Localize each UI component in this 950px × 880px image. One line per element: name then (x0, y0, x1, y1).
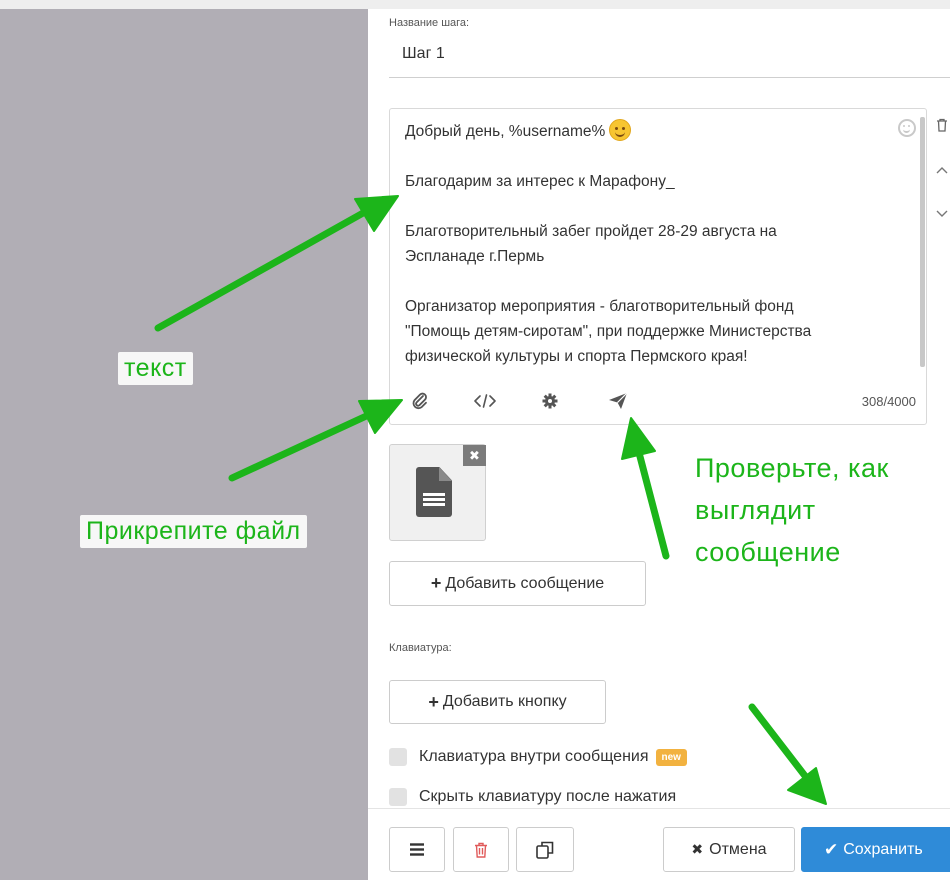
message-line: "Помощь детям-сиротам", при поддержке Ми… (405, 323, 812, 340)
message-line: Эспланаде г.Пермь (405, 248, 545, 265)
message-line (405, 269, 905, 294)
copy-icon (536, 841, 554, 859)
editor-toolbar: 308/4000 (390, 379, 926, 424)
message-text[interactable]: Добрый день, %username% Благодарим за ин… (405, 119, 905, 369)
editor-scrollbar[interactable] (920, 117, 925, 367)
message-side-controls (936, 118, 950, 250)
plus-icon: + (428, 691, 439, 712)
save-button[interactable]: ✔ Сохранить (801, 827, 950, 872)
remove-file-icon[interactable]: ✖ (463, 445, 486, 466)
message-line (405, 194, 905, 219)
keyboard-inside-message-option[interactable]: Клавиатура внутри сообщения new (389, 748, 687, 766)
emoji-picker-icon[interactable] (898, 119, 916, 137)
trash-icon[interactable] (936, 118, 950, 142)
checkbox[interactable] (389, 748, 407, 766)
annotation-preview-line3: сообщение (695, 537, 841, 567)
paperclip-icon[interactable] (408, 389, 432, 413)
message-line: Благодарим за интерес к Марафону_ (405, 173, 675, 190)
annotation-text-label: текст (118, 352, 193, 385)
hide-keyboard-option[interactable]: Скрыть клавиатуру после нажатия (389, 788, 676, 808)
step-name-input[interactable]: Шаг 1 (389, 36, 950, 78)
screen: Название шага: Шаг 1 Добрый день, %usern… (0, 0, 950, 880)
file-lines (423, 493, 445, 506)
close-icon: ✖ (691, 841, 704, 857)
chevron-down-icon[interactable] (936, 206, 950, 230)
copy-step-button[interactable] (516, 827, 574, 872)
message-line: физической культуры и спорта Пермского к… (405, 348, 748, 365)
step-name-label: Название шага: (389, 17, 470, 29)
annotation-preview-line1: Проверьте, как (695, 453, 889, 483)
menu-button[interactable] (389, 827, 445, 872)
top-strip (0, 0, 950, 9)
smile-emoji-icon (609, 119, 632, 141)
message-line: Организатор мероприятия - благотворитель… (405, 298, 794, 315)
delete-step-button[interactable] (453, 827, 509, 872)
left-backdrop (0, 0, 368, 880)
trash-icon (475, 842, 487, 858)
add-button-button[interactable]: + Добавить кнопку (389, 680, 606, 724)
message-line (405, 144, 905, 169)
add-message-button[interactable]: + Добавить сообщение (389, 561, 646, 606)
annotation-preview-line2: выглядит (695, 495, 816, 525)
checkmark-icon: ✔ (824, 839, 839, 859)
attached-file[interactable]: ✖ (389, 444, 486, 541)
hamburger-icon (410, 843, 424, 856)
message-line: Добрый день, %username% (405, 119, 905, 144)
character-counter: 308/4000 (861, 394, 916, 409)
new-badge: new (655, 748, 687, 766)
message-line: Благотворительный забег пройдет 28-29 ав… (405, 223, 777, 240)
keyboard-label: Клавиатура: (389, 642, 452, 654)
file-icon (416, 467, 452, 517)
paper-plane-icon[interactable] (606, 389, 630, 413)
gear-icon[interactable] (538, 389, 562, 413)
message-editor[interactable]: Добрый день, %username% Благодарим за ин… (389, 108, 927, 425)
annotation-attach-label: Прикрепите файл (80, 515, 307, 548)
code-icon[interactable] (473, 389, 497, 413)
checkbox[interactable] (389, 788, 407, 806)
cancel-button[interactable]: ✖ Отмена (663, 827, 795, 872)
chevron-up-icon[interactable] (936, 162, 950, 186)
plus-icon: + (430, 573, 442, 593)
